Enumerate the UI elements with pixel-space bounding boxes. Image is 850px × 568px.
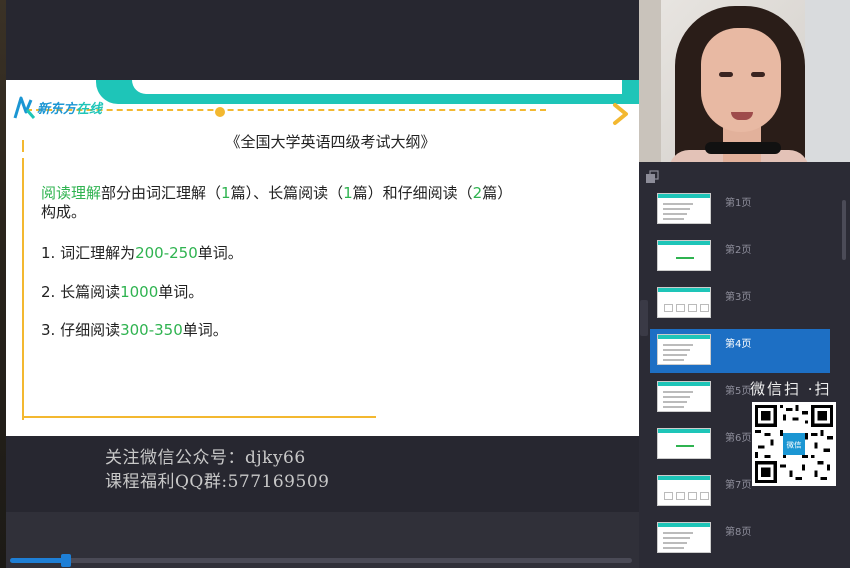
slide-thumbnail-label: 第4页 (725, 339, 752, 350)
list-item: 3. 仔细阅读300-350单词。 (41, 321, 228, 339)
qr-center-label: 微信 (787, 439, 802, 449)
para-text: 篇）和仔细阅读（ (352, 184, 473, 202)
slide-thumbnail-image (657, 334, 711, 365)
slide-thumbnail-image (657, 240, 711, 271)
watermark-line: 课程福利QQ群:577169509 (105, 472, 330, 492)
para-text: 篇） (482, 184, 513, 202)
slide-dashed-line (26, 109, 546, 111)
slide-frame-left (22, 158, 24, 420)
qr-caption: 微信扫 ·扫 (750, 380, 832, 398)
slide-thumbnail-image (657, 287, 711, 318)
slide-thumbnail-label: 第6页 (725, 433, 752, 444)
slide-header-band-inner (132, 80, 622, 94)
progress-handle[interactable] (61, 554, 71, 567)
para-number: 1 (221, 184, 231, 202)
para-number: 1 (343, 184, 353, 202)
app-root: 新东方在线 《全国大学英语四级考试大纲》 阅读理解部分由词汇理解（1篇）、长篇阅… (0, 0, 850, 568)
slide-thumbnail-item[interactable]: 第1页 (650, 188, 830, 232)
progress-track[interactable] (10, 558, 632, 563)
progress-fill (10, 558, 66, 563)
slide-thumbnail-item[interactable]: 第4页 (650, 329, 830, 373)
slide-thumbnail-image (657, 428, 711, 459)
slide-thumbnail-label: 第3页 (725, 292, 752, 303)
slide-thumbnail-image (657, 522, 711, 553)
logo-text: 新东方在线 (37, 101, 103, 117)
para-text: 篇）、长篇阅读（ (230, 184, 344, 202)
slide-thumbnail-item[interactable]: 第2页 (650, 235, 830, 279)
webcam-video (639, 0, 850, 162)
logo-icon (13, 96, 35, 119)
slide-thumbnail-image (657, 193, 711, 224)
slide-thumbnail-image (657, 475, 711, 506)
slide: 新东方在线 《全国大学英语四级考试大纲》 阅读理解部分由词汇理解（1篇）、长篇阅… (6, 80, 639, 436)
brand-logo: 新东方在线 (13, 92, 102, 122)
panel-collapse-handle[interactable] (640, 300, 648, 336)
slide-thumbnail-label: 第5页 (725, 386, 752, 397)
slide-thumbnail-label: 第1页 (725, 198, 752, 209)
para-text: 构成。 (41, 203, 87, 221)
qr-code-image: 微信 (755, 405, 833, 483)
slide-paragraph: 阅读理解部分由词汇理解（1篇）、长篇阅读（1篇）和仔细阅读（2篇） 构成。 (41, 184, 561, 222)
slide-thumbnail-label: 第8页 (725, 527, 752, 538)
watermark-line: 关注微信公众号：djky66 (105, 448, 306, 468)
thumbnail-scrollbar[interactable] (842, 200, 846, 260)
para-number: 2 (472, 184, 483, 202)
slide-thumbnail-label: 第7页 (725, 480, 752, 491)
popout-icon[interactable] (645, 170, 659, 184)
slide-dot (215, 107, 225, 117)
slide-thumbnail-image (657, 381, 711, 412)
chevron-right-icon (613, 103, 628, 125)
slide-frame-bottom (22, 416, 376, 418)
slide-thumbnail-item[interactable]: 第3页 (650, 282, 830, 326)
slide-thumbnail-label: 第2页 (725, 245, 752, 256)
slide-thumbnail-item[interactable]: 第8页 (650, 517, 830, 561)
slide-title: 《全国大学英语四级考试大纲》 (225, 133, 436, 151)
para-text: 部分由词汇理解（ (101, 184, 222, 202)
para-highlight: 阅读理解 (41, 184, 102, 202)
list-item: 1. 词汇理解为200-250单词。 (41, 244, 243, 262)
qr-code: 微信 (752, 402, 836, 486)
list-item: 2. 长篇阅读1000单词。 (41, 283, 204, 301)
